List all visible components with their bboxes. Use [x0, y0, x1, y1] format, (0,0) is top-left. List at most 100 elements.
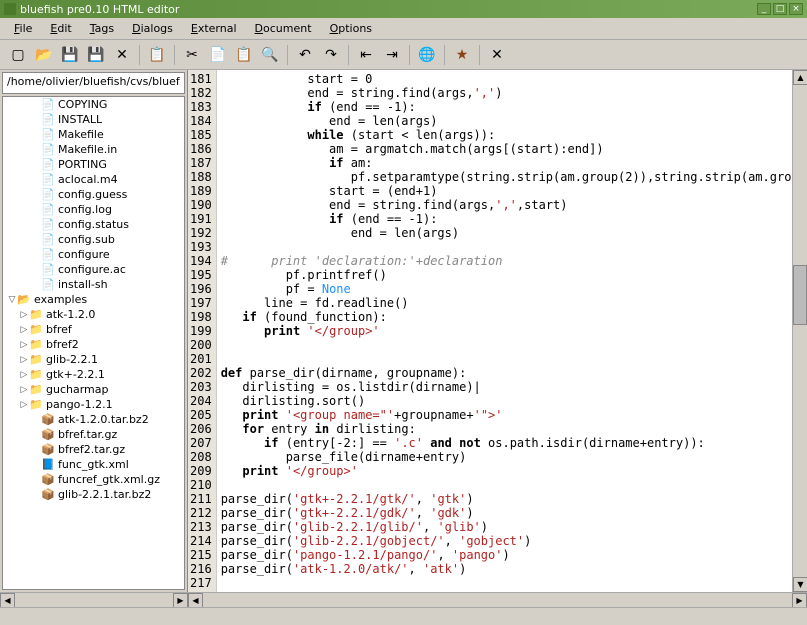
tree-item[interactable]: ▷📁gtk+-2.2.1	[3, 367, 184, 382]
code-line[interactable]: parse_dir('atk-1.2.0/atk/', 'atk')	[221, 562, 788, 576]
tree-item[interactable]: ▷📁pango-1.2.1	[3, 397, 184, 412]
code-line[interactable]: parse_dir('glib-2.2.1/gobject/', 'gobjec…	[221, 534, 788, 548]
code-line[interactable]: # print 'declaration:'+declaration	[221, 254, 788, 268]
scroll-thumb[interactable]	[793, 265, 807, 325]
code-line[interactable]: parse_dir('gtk+-2.2.1/gdk/', 'gdk')	[221, 506, 788, 520]
titlebar[interactable]: bluefish pre0.10 HTML editor _ □ ×	[0, 0, 807, 18]
tree-item[interactable]: 📄PORTING	[3, 157, 184, 172]
code-line[interactable]: if (found_function):	[221, 310, 788, 324]
menu-dialogs[interactable]: Dialogs	[124, 20, 181, 37]
code-line[interactable]: end = len(args)	[221, 114, 788, 128]
code-line[interactable]: def parse_dir(dirname, groupname):	[221, 366, 788, 380]
undo-icon[interactable]: ↶	[293, 43, 317, 67]
code-line[interactable]: dirlisting = os.listdir(dirname)|	[221, 380, 788, 394]
tree-item[interactable]: ▷📁atk-1.2.0	[3, 307, 184, 322]
code-line[interactable]	[221, 576, 788, 590]
code-line[interactable]: if am:	[221, 156, 788, 170]
cut-icon[interactable]: ✂	[180, 43, 204, 67]
tree-item[interactable]: 📄aclocal.m4	[3, 172, 184, 187]
tree-scroll-left-icon[interactable]: ◀	[0, 593, 15, 608]
code-line[interactable]: for entry in dirlisting:	[221, 422, 788, 436]
tree-item[interactable]: 📄install-sh	[3, 277, 184, 292]
expander-icon[interactable]: ▽	[7, 295, 17, 305]
save-icon[interactable]: 💾	[58, 43, 82, 67]
code-line[interactable]: if (end == -1):	[221, 212, 788, 226]
bookmark-icon[interactable]: ★	[450, 43, 474, 67]
code-line[interactable]: while (start < len(args)):	[221, 128, 788, 142]
tree-item[interactable]: 📄Makefile	[3, 127, 184, 142]
expander-icon[interactable]: ▷	[19, 325, 29, 335]
code-line[interactable]: parse_dir('pango-1.2.1/pango/', 'pango')	[221, 548, 788, 562]
redo-icon[interactable]: ↷	[319, 43, 343, 67]
tree-item[interactable]: 📦bfref2.tar.gz	[3, 442, 184, 457]
tree-item[interactable]: 📄Makefile.in	[3, 142, 184, 157]
expander-icon[interactable]: ▷	[19, 400, 29, 410]
code-line[interactable]: pf.printfref()	[221, 268, 788, 282]
code-line[interactable]: if (end == -1):	[221, 100, 788, 114]
code-line[interactable]: end = len(args)	[221, 226, 788, 240]
tree-item[interactable]: ▷📁bfref2	[3, 337, 184, 352]
code-line[interactable]	[221, 352, 788, 366]
tree-item[interactable]: 📄COPYING	[3, 97, 184, 112]
paste-icon[interactable]: 📋	[232, 43, 256, 67]
expander-icon[interactable]: ▷	[19, 310, 29, 320]
save-as-icon[interactable]: 💾	[84, 43, 108, 67]
maximize-button[interactable]: □	[773, 3, 787, 15]
open-file-icon[interactable]: 📂	[32, 43, 56, 67]
code-line[interactable]: if (entry[-2:] == '.c' and not os.path.i…	[221, 436, 788, 450]
tree-item[interactable]: 📄config.status	[3, 217, 184, 232]
tree-item[interactable]: ▽📂examples	[3, 292, 184, 307]
menu-options[interactable]: Options	[322, 20, 380, 37]
vertical-scrollbar[interactable]: ▲ ▼	[792, 70, 807, 592]
code-line[interactable]: end = string.find(args,',')	[221, 86, 788, 100]
browser-icon[interactable]: 🌐	[415, 43, 439, 67]
horizontal-scrollbar[interactable]: ◀ ▶	[188, 592, 807, 607]
code-line[interactable]	[221, 240, 788, 254]
expander-icon[interactable]: ▷	[19, 370, 29, 380]
expander-icon[interactable]: ▷	[19, 355, 29, 365]
menu-edit[interactable]: Edit	[42, 20, 79, 37]
menu-external[interactable]: External	[183, 20, 245, 37]
code-line[interactable]: pf = None	[221, 282, 788, 296]
tree-item[interactable]: 📦bfref.tar.gz	[3, 427, 184, 442]
scroll-up-icon[interactable]: ▲	[793, 70, 807, 85]
new-file-icon[interactable]: ▢	[6, 43, 30, 67]
code-line[interactable]: start = (end+1)	[221, 184, 788, 198]
code-line[interactable]: parse_dir('gtk+-2.2.1/gtk/', 'gtk')	[221, 492, 788, 506]
path-field[interactable]: /home/olivier/bluefish/cvs/bluef	[2, 72, 185, 94]
close-icon[interactable]: ✕	[110, 43, 134, 67]
tree-item[interactable]: 📄configure.ac	[3, 262, 184, 277]
tree-item[interactable]: 📄config.guess	[3, 187, 184, 202]
code-line[interactable]: print '<group name="'+groupname+'">'	[221, 408, 788, 422]
code-line[interactable]	[221, 338, 788, 352]
copy2-icon[interactable]: 📄	[206, 43, 230, 67]
find-icon[interactable]: 🔍	[258, 43, 282, 67]
code-line[interactable]	[221, 478, 788, 492]
code-line[interactable]: line = fd.readline()	[221, 296, 788, 310]
tree-item[interactable]: 📄configure	[3, 247, 184, 262]
code-line[interactable]: end = string.find(args,',',start)	[221, 198, 788, 212]
code-line[interactable]: print '</group>'	[221, 324, 788, 338]
scroll-down-icon[interactable]: ▼	[793, 577, 807, 592]
code-line[interactable]: am = argmatch.match(args[(start):end])	[221, 142, 788, 156]
tree-scroll-right-icon[interactable]: ▶	[173, 593, 188, 608]
tree-item[interactable]: 📦funcref_gtk.xml.gz	[3, 472, 184, 487]
code-line[interactable]: pf.setparamtype(string.strip(am.group(2)…	[221, 170, 788, 184]
prefs-icon[interactable]: ✕	[485, 43, 509, 67]
menu-file[interactable]: File	[6, 20, 40, 37]
code-area[interactable]: start = 0 end = string.find(args,',') if…	[217, 70, 792, 592]
code-editor[interactable]: 1811821831841851861871881891901911921931…	[188, 70, 807, 592]
unindent-icon[interactable]: ⇤	[354, 43, 378, 67]
tree-item[interactable]: 📦glib-2.2.1.tar.bz2	[3, 487, 184, 502]
code-line[interactable]: dirlisting.sort()	[221, 394, 788, 408]
tree-item[interactable]: 📄config.log	[3, 202, 184, 217]
code-line[interactable]: print '</group>'	[221, 464, 788, 478]
minimize-button[interactable]: _	[757, 3, 771, 15]
tree-item[interactable]: ▷📁glib-2.2.1	[3, 352, 184, 367]
menu-tags[interactable]: Tags	[82, 20, 122, 37]
scroll-right-icon[interactable]: ▶	[792, 593, 807, 608]
tree-item[interactable]: 📦atk-1.2.0.tar.bz2	[3, 412, 184, 427]
menu-document[interactable]: Document	[247, 20, 320, 37]
tree-item[interactable]: 📄config.sub	[3, 232, 184, 247]
tree-item[interactable]: ▷📁bfref	[3, 322, 184, 337]
